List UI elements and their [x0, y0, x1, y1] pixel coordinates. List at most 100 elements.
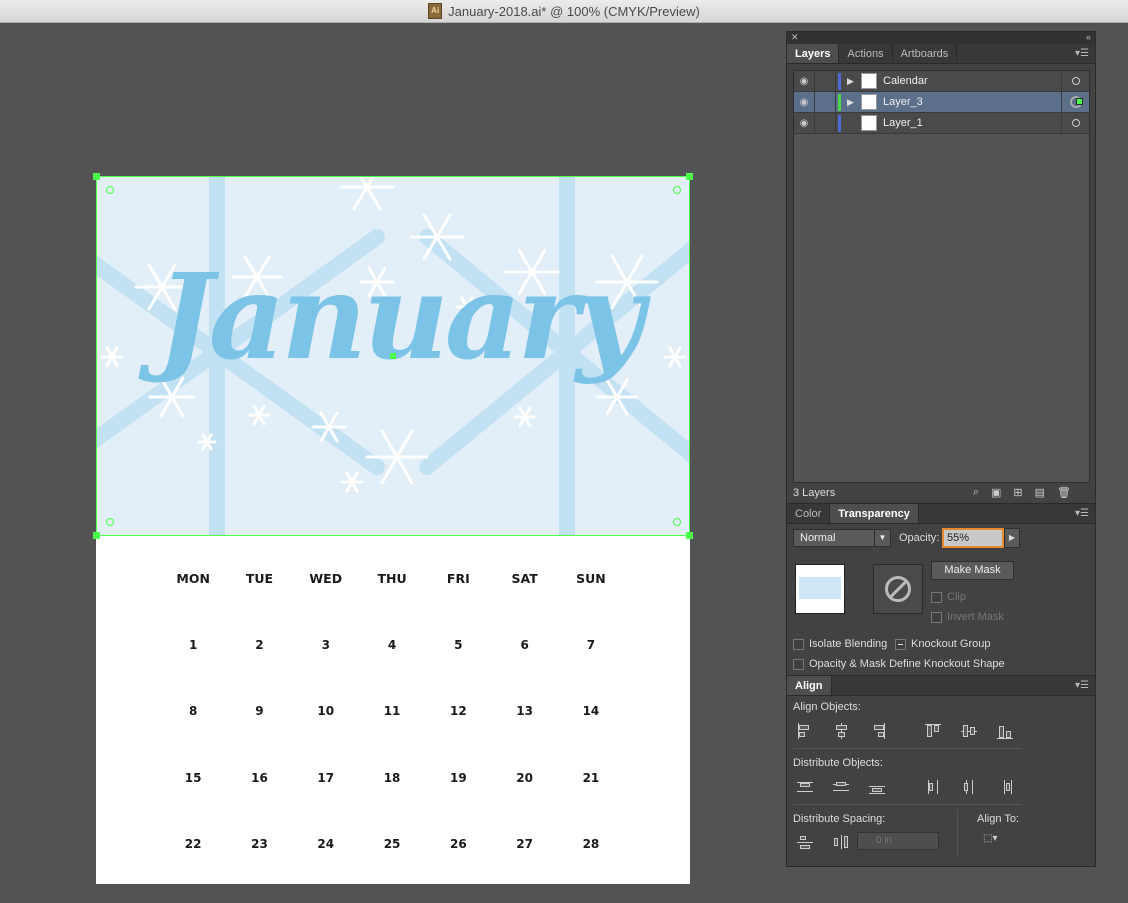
- horizontal-distribute-center-icon[interactable]: [959, 779, 981, 795]
- lock-toggle[interactable]: [814, 112, 836, 134]
- vertical-align-bottom-icon[interactable]: [995, 723, 1017, 739]
- visibility-eye-icon[interactable]: ◉: [794, 118, 814, 129]
- invert-mask-checkbox-row[interactable]: Invert Mask: [931, 611, 1004, 623]
- isolate-blending-label: Isolate Blending: [809, 638, 888, 650]
- vertical-distribute-bottom-icon[interactable]: [867, 779, 889, 795]
- panel-menu-icon[interactable]: ▾☰: [1075, 680, 1089, 691]
- tab-actions[interactable]: Actions: [839, 44, 893, 63]
- vertical-distribute-space-icon[interactable]: [795, 834, 817, 850]
- make-clipping-mask-icon[interactable]: ▣: [991, 486, 1001, 499]
- align-to-selection-dropdown[interactable]: ⬚▾: [983, 833, 1009, 849]
- isolate-blending-row[interactable]: Isolate Blending: [793, 638, 887, 650]
- knockout-group-checkbox[interactable]: [895, 638, 906, 650]
- layer-row-layer1[interactable]: ◉ Layer_1: [794, 112, 1089, 134]
- delete-layer-icon[interactable]: 🗑: [1057, 486, 1071, 499]
- layer-row-layer3[interactable]: ◉ ▶ Layer_3: [794, 91, 1089, 113]
- new-layer-icon[interactable]: ▤: [1035, 486, 1045, 499]
- panel-menu-icon[interactable]: ▾☰: [1075, 48, 1089, 59]
- collapse-panels-icon[interactable]: «: [1086, 32, 1091, 44]
- horizontal-distribute-space-icon[interactable]: [831, 834, 853, 850]
- tab-transparency[interactable]: Transparency: [830, 504, 919, 523]
- distribute-spacing-icons: [795, 834, 853, 850]
- week-row: 1 2 3 4 5 6 7: [160, 638, 624, 704]
- day-number: 25: [383, 836, 401, 851]
- corner-widget-tl[interactable]: [106, 186, 114, 194]
- selection-handle-tr[interactable]: [686, 173, 693, 180]
- tab-color[interactable]: Color: [787, 504, 831, 523]
- day-number: 10: [317, 704, 335, 719]
- vertical-align-center-icon[interactable]: [959, 723, 981, 739]
- vertical-align-top-icon[interactable]: [923, 723, 945, 739]
- layer-target[interactable]: [1061, 112, 1089, 134]
- vertical-distribute-center-icon[interactable]: [831, 779, 853, 795]
- weekday-label: SUN: [576, 571, 606, 586]
- day-number: 22: [184, 836, 202, 851]
- layer-name[interactable]: Layer_3: [883, 96, 1061, 108]
- panel-dock-strip: ✕ «: [787, 32, 1095, 44]
- blend-mode-select[interactable]: Normal ▼: [793, 529, 891, 547]
- calendar-grid: MON TUE WED THU FRI SAT SUN 1 2 3 4 5 6 …: [160, 571, 624, 903]
- window-title: January-2018.ai* @ 100% (CMYK/Preview): [448, 3, 700, 19]
- artwork-thumbnail[interactable]: [795, 564, 845, 614]
- selection-handle-tl[interactable]: [93, 173, 100, 180]
- horizontal-distribute-right-icon[interactable]: [995, 779, 1017, 795]
- tab-artboards[interactable]: Artboards: [893, 44, 958, 63]
- make-mask-button[interactable]: Make Mask: [931, 561, 1014, 580]
- layer-row-calendar[interactable]: ◉ ▶ Calendar: [794, 70, 1089, 92]
- align-panel: Align ▾☰ Align Objects: Distribute Objec…: [787, 675, 1095, 866]
- layer-color-bar: [838, 93, 841, 111]
- opacity-input[interactable]: 55%: [942, 528, 1004, 548]
- day-number: 7: [586, 638, 596, 652]
- day-number: 11: [383, 704, 401, 719]
- expand-arrow-icon[interactable]: ▶: [847, 76, 861, 87]
- tab-align[interactable]: Align: [787, 676, 832, 695]
- selection-center-point[interactable]: [390, 353, 396, 359]
- layers-list[interactable]: ◉ ▶ Calendar ◉ ▶ Layer_3 ◉ Layer_1: [793, 70, 1090, 483]
- horizontal-align-left-icon[interactable]: [795, 723, 817, 739]
- opacity-slider-button[interactable]: ▶: [1004, 528, 1020, 548]
- layer-name[interactable]: Layer_1: [883, 117, 1061, 129]
- day-number: 8: [188, 704, 198, 719]
- corner-widget-br[interactable]: [673, 518, 681, 526]
- align-panel-tabs: Align ▾☰: [787, 676, 1095, 696]
- selection-handle-bl[interactable]: [93, 532, 100, 539]
- spacing-value-input[interactable]: 0 in: [857, 832, 939, 850]
- clip-checkbox[interactable]: [931, 591, 942, 603]
- invert-mask-checkbox[interactable]: [931, 611, 942, 623]
- isolate-blending-checkbox[interactable]: [793, 638, 804, 650]
- artboard[interactable]: January MON TUE WED THU FRI SAT SUN 1 2 …: [93, 173, 693, 884]
- visibility-eye-icon[interactable]: ◉: [794, 97, 814, 108]
- layers-footer: 3 Layers ⌕ ▣ ⊞ ▤ 🗑: [787, 483, 1095, 503]
- locate-object-icon[interactable]: ⌕: [973, 486, 979, 499]
- selection-handle-br[interactable]: [686, 532, 693, 539]
- opacity-mask-knockout-checkbox[interactable]: [793, 658, 804, 670]
- corner-widget-tr[interactable]: [673, 186, 681, 194]
- knockout-group-label: Knockout Group: [911, 638, 991, 650]
- lock-toggle[interactable]: [814, 70, 836, 92]
- close-icon[interactable]: ✕: [791, 32, 799, 44]
- expand-arrow-icon[interactable]: ▶: [847, 97, 861, 108]
- vertical-distribute-top-icon[interactable]: [795, 779, 817, 795]
- layer-target[interactable]: [1061, 70, 1089, 92]
- day-number: 9: [255, 704, 264, 719]
- lock-toggle[interactable]: [814, 91, 836, 113]
- new-sublayer-icon[interactable]: ⊞: [1013, 486, 1022, 499]
- tab-layers[interactable]: Layers: [787, 44, 840, 63]
- layer-name[interactable]: Calendar: [883, 75, 1061, 87]
- visibility-eye-icon[interactable]: ◉: [794, 76, 814, 87]
- document-canvas[interactable]: January MON TUE WED THU FRI SAT SUN 1 2 …: [0, 23, 786, 884]
- selection-indicator-square[interactable]: [1076, 98, 1083, 105]
- corner-widget-bl[interactable]: [106, 518, 114, 526]
- day-number: 27: [516, 836, 533, 851]
- transparency-panel: Color Transparency ▾☰ Normal ▼ Opacity: …: [787, 503, 1095, 675]
- horizontal-align-right-icon[interactable]: [867, 723, 889, 739]
- opacity-mask-knockout-row[interactable]: Opacity & Mask Define Knockout Shape: [793, 658, 1005, 670]
- panel-menu-icon[interactable]: ▾☰: [1075, 508, 1089, 519]
- horizontal-distribute-left-icon[interactable]: [923, 779, 945, 795]
- layer-target[interactable]: [1061, 91, 1089, 113]
- clip-checkbox-row[interactable]: Clip: [931, 591, 966, 603]
- divider: [793, 804, 1021, 805]
- knockout-group-row[interactable]: Knockout Group: [895, 638, 991, 650]
- horizontal-align-center-icon[interactable]: [831, 723, 853, 739]
- mask-thumbnail-empty[interactable]: [873, 564, 923, 614]
